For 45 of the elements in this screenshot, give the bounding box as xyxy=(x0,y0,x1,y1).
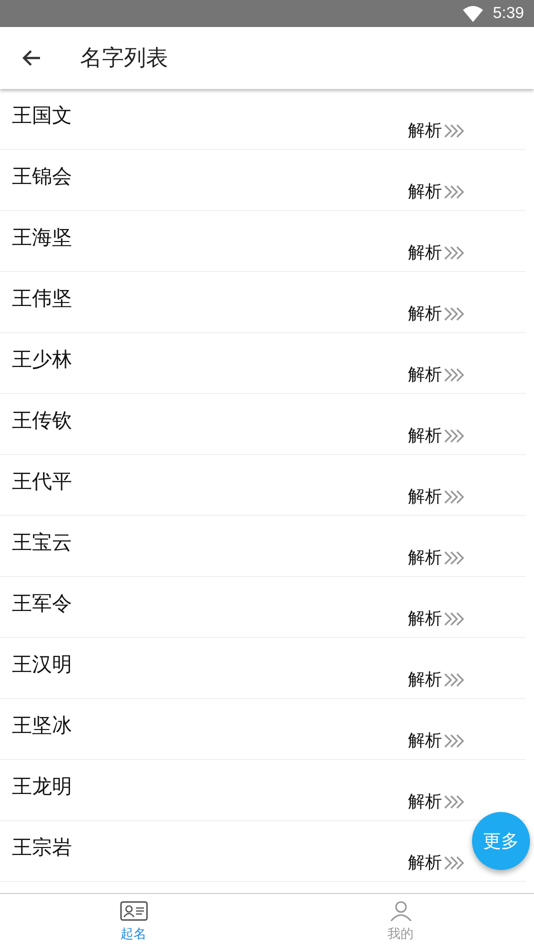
analyze-link[interactable]: 解析 xyxy=(408,607,466,630)
analyze-link[interactable]: 解析 xyxy=(408,729,466,752)
analyze-link[interactable]: 解析 xyxy=(408,424,466,447)
chevrons-icon xyxy=(444,490,466,504)
person-icon xyxy=(388,900,412,920)
chevrons-icon xyxy=(444,306,466,320)
person-name: 王汉明 xyxy=(12,650,72,678)
person-name: 王伟坚 xyxy=(12,284,72,312)
person-name: 王国文 xyxy=(12,102,72,128)
person-name: 王军令 xyxy=(12,590,72,616)
person-name: 王传钦 xyxy=(12,406,72,434)
id-card-icon xyxy=(120,900,148,920)
person-name: 王龙明 xyxy=(12,772,72,800)
person-name: 王海坚 xyxy=(12,224,72,250)
person-name: 王代平 xyxy=(12,468,72,494)
status-time: 5:39 xyxy=(492,4,524,22)
analyze-link[interactable]: 解析 xyxy=(408,790,466,813)
analyze-link[interactable]: 解析 xyxy=(408,119,466,142)
analyze-link[interactable]: 解析 xyxy=(408,546,466,569)
page-title: 名字列表 xyxy=(80,45,168,73)
person-name: 王坚冰 xyxy=(12,712,72,738)
chevrons-icon xyxy=(444,184,466,198)
person-name: 王少林 xyxy=(12,346,72,372)
person-name: 王锦会 xyxy=(12,162,72,190)
chevrons-icon xyxy=(444,612,466,626)
analyze-link[interactable]: 解析 xyxy=(408,363,466,386)
person-name: 王宝云 xyxy=(12,528,72,556)
analyze-link[interactable]: 解析 xyxy=(408,485,466,508)
chevrons-icon xyxy=(444,368,466,382)
wifi-icon xyxy=(462,6,483,22)
nav-tab[interactable]: 起名 xyxy=(0,894,267,949)
analyze-link[interactable]: 解析 xyxy=(408,668,466,691)
analyze-link[interactable]: 解析 xyxy=(408,302,466,325)
chevrons-icon xyxy=(444,428,466,442)
analyze-link[interactable]: 解析 xyxy=(408,241,466,264)
chevrons-icon xyxy=(444,124,466,138)
chevrons-icon xyxy=(444,672,466,686)
chevrons-icon xyxy=(444,734,466,748)
analyze-link[interactable]: 解析 xyxy=(408,851,466,874)
person-name: 王宗岩 xyxy=(12,834,72,860)
chevrons-icon xyxy=(444,794,466,808)
analyze-link[interactable]: 解析 xyxy=(408,180,466,203)
chevrons-icon xyxy=(444,550,466,564)
chevrons-icon xyxy=(444,856,466,870)
chevrons-icon xyxy=(444,246,466,260)
